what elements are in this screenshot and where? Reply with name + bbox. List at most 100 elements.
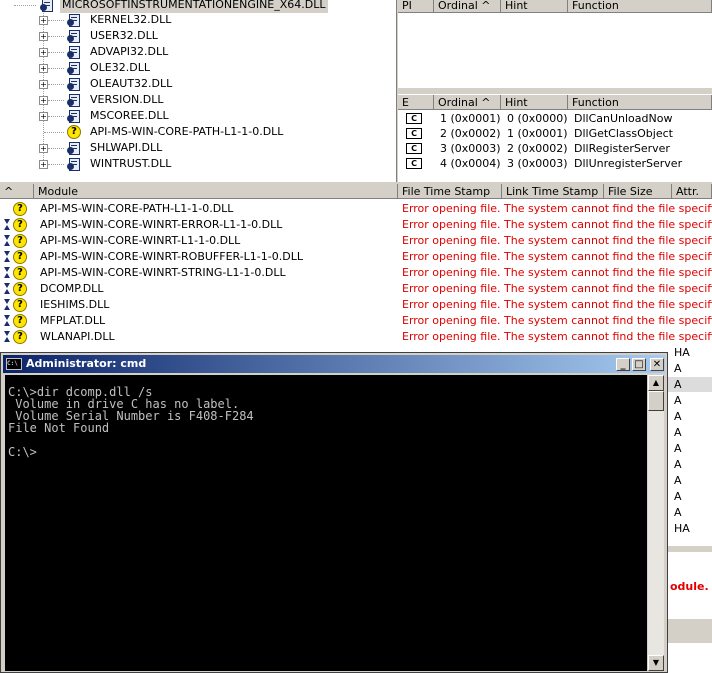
missing-module-icon: ? <box>13 266 27 280</box>
dll-icon <box>67 93 81 107</box>
expand-icon[interactable]: + <box>39 48 48 57</box>
module-header-name[interactable]: Module <box>34 184 398 199</box>
cmd-title-text: Administrator: cmd <box>26 357 147 370</box>
missing-module-icon: ? <box>13 330 27 344</box>
export-function: DllUnregisterServer <box>574 157 683 170</box>
module-list[interactable]: ^ Module File Time Stamp Link Time Stamp… <box>0 184 712 354</box>
tree-item-label: USER32.DLL <box>90 29 158 42</box>
module-header-link-time[interactable]: Link Time Stamp <box>502 184 604 199</box>
module-name: MFPLAT.DLL <box>40 314 106 327</box>
delay-load-icon <box>4 218 10 231</box>
expand-icon[interactable]: + <box>39 32 48 41</box>
expand-icon[interactable]: + <box>39 160 48 169</box>
exports-header-hint[interactable]: Hint <box>501 95 568 110</box>
attr-value: A <box>674 362 682 375</box>
tree-item-label: KERNEL32.DLL <box>90 13 172 26</box>
module-name: API-MS-WIN-CORE-PATH-L1-1-0.DLL <box>40 202 234 215</box>
module-error: Error opening file. The system cannot fi… <box>402 218 712 231</box>
console-scrollbar[interactable]: ▲ ▼ <box>648 375 664 671</box>
module-header-file-size[interactable]: File Size <box>604 184 672 199</box>
dll-icon <box>67 29 81 43</box>
attr-value: HA <box>674 346 690 359</box>
module-header-sort[interactable]: ^ <box>0 184 34 199</box>
c-function-icon: C <box>406 158 422 169</box>
expand-icon[interactable]: + <box>39 144 48 153</box>
export-hint: 3 (0x0003) <box>507 157 568 170</box>
module-name: API-MS-WIN-CORE-WINRT-ERROR-L1-1-0.DLL <box>40 218 283 231</box>
cmd-title-bar[interactable]: C:\ Administrator: cmd _ □ ✕ <box>3 355 665 373</box>
module-error: Error opening file. The system cannot fi… <box>402 202 712 215</box>
imports-header-pi[interactable]: PI <box>398 0 434 13</box>
expand-icon[interactable]: + <box>39 96 48 105</box>
missing-module-icon: ? <box>13 202 27 216</box>
export-function: DllRegisterServer <box>574 142 670 155</box>
imports-header-function[interactable]: Function <box>568 0 712 13</box>
scroll-thumb[interactable] <box>648 391 664 411</box>
console-output[interactable]: C:\>dir dcomp.dll /s Volume in drive C h… <box>5 375 647 671</box>
dll-icon <box>67 13 81 27</box>
dll-icon <box>67 77 81 91</box>
export-ordinal: 2 (0x0002) <box>440 127 501 140</box>
cmd-app-icon: C:\ <box>6 358 22 370</box>
c-function-icon: C <box>406 128 422 139</box>
export-hint: 1 (0x0001) <box>507 127 568 140</box>
attr-value: A <box>668 377 712 392</box>
delay-load-icon <box>4 250 10 263</box>
module-header-file-time[interactable]: File Time Stamp <box>398 184 502 199</box>
cmd-window[interactable]: C:\ Administrator: cmd _ □ ✕ C:\>dir dco… <box>0 352 668 673</box>
c-function-icon: C <box>406 113 422 124</box>
exports-header-e[interactable]: E <box>398 95 434 110</box>
attr-value: A <box>674 458 682 471</box>
imports-header-hint[interactable]: Hint <box>501 0 568 13</box>
export-hint: 2 (0x0002) <box>507 142 568 155</box>
scroll-down-button[interactable]: ▼ <box>648 655 664 671</box>
maximize-button[interactable]: □ <box>632 358 646 371</box>
delay-load-icon <box>4 282 10 295</box>
log-text: odule. <box>670 580 709 593</box>
scroll-up-button[interactable]: ▲ <box>648 375 664 391</box>
delay-load-icon <box>4 298 10 311</box>
dll-icon <box>67 45 81 59</box>
expand-icon[interactable]: + <box>39 64 48 73</box>
module-name: API-MS-WIN-CORE-WINRT-ROBUFFER-L1-1-0.DL… <box>40 250 303 263</box>
tree-item-label: MSCOREE.DLL <box>90 109 169 122</box>
missing-module-icon: ? <box>13 298 27 312</box>
exports-header-function[interactable]: Function <box>568 95 712 110</box>
missing-module-icon: ? <box>13 250 27 264</box>
exports-list[interactable]: E Ordinal ^ Hint Function C 1 (0x0001) 0 (… <box>398 94 712 182</box>
attr-value: A <box>674 394 682 407</box>
expand-icon[interactable]: + <box>39 80 48 89</box>
dll-icon <box>67 141 81 155</box>
log-divider <box>668 619 712 643</box>
expand-icon[interactable]: + <box>39 16 48 25</box>
export-hint: 0 (0x0000) <box>507 112 568 125</box>
delay-load-icon <box>4 330 10 343</box>
tree-item-label: WINTRUST.DLL <box>90 157 172 170</box>
dependency-tree[interactable]: MICROSOFTINSTRUMENTATIONENGINE_X64.DLL +… <box>0 0 397 182</box>
imports-header-ordinal[interactable]: Ordinal ^ <box>434 0 501 13</box>
c-function-icon: C <box>406 143 422 154</box>
log-pane-lower <box>668 643 712 673</box>
module-error: Error opening file. The system cannot fi… <box>402 282 712 295</box>
minimize-button[interactable]: _ <box>616 358 630 371</box>
dll-icon <box>67 109 81 123</box>
expand-icon[interactable]: + <box>39 112 48 121</box>
tree-item-label: ADVAPI32.DLL <box>90 45 169 58</box>
missing-module-icon: ? <box>13 282 27 296</box>
module-name: DCOMP.DLL <box>40 282 104 295</box>
module-error: Error opening file. The system cannot fi… <box>402 250 712 263</box>
dll-icon <box>40 0 54 12</box>
missing-module-icon: ? <box>13 314 27 328</box>
export-function: DllGetClassObject <box>574 127 673 140</box>
tree-item-label: SHLWAPI.DLL <box>90 141 163 154</box>
attr-value: A <box>674 410 682 423</box>
attr-value: HA <box>674 522 690 535</box>
module-name: IESHIMS.DLL <box>40 298 110 311</box>
close-button[interactable]: ✕ <box>650 358 664 371</box>
export-ordinal: 3 (0x0003) <box>440 142 501 155</box>
tree-item-label: OLE32.DLL <box>90 61 150 74</box>
exports-header-ordinal[interactable]: Ordinal ^ <box>434 95 501 110</box>
imports-list[interactable]: PI Ordinal ^ Hint Function <box>398 0 712 88</box>
tree-item-label: OLEAUT32.DLL <box>90 77 173 90</box>
module-header-attr[interactable]: Attr. <box>672 184 712 199</box>
